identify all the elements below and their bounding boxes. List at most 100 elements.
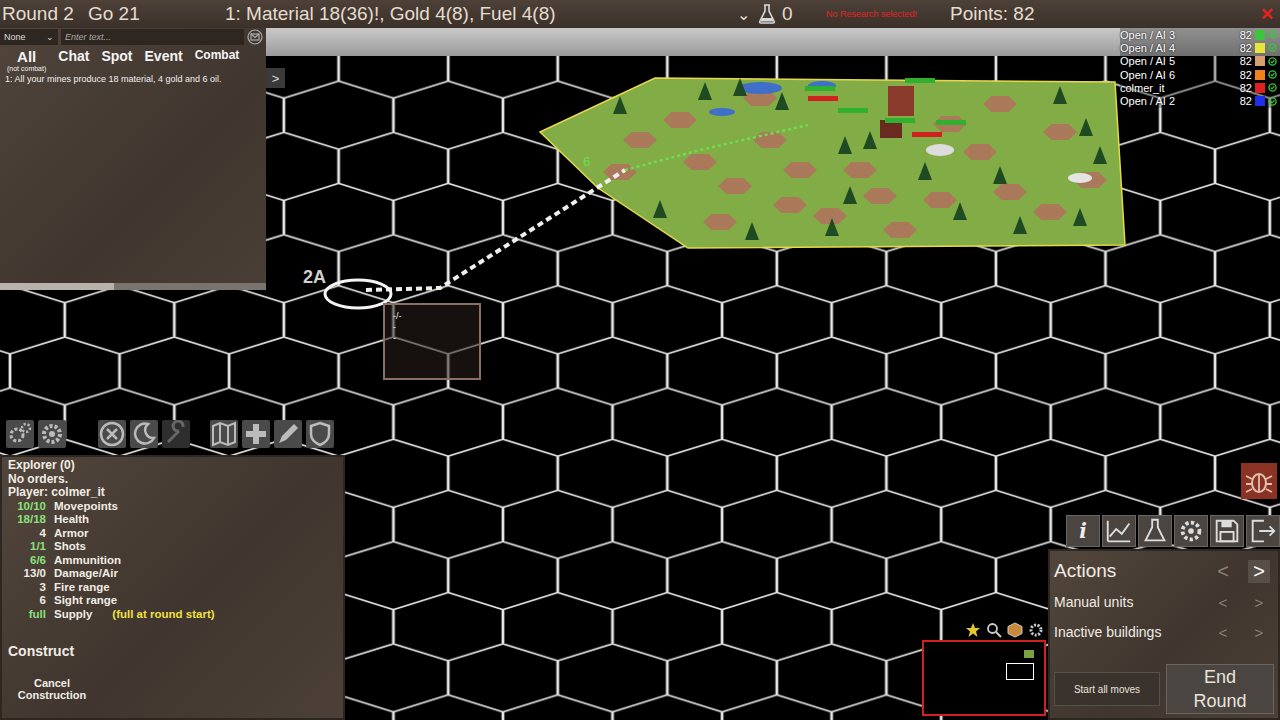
status-icon [1268,97,1277,106]
unit-player: Player: colmer_it [8,486,337,500]
settings-icon[interactable] [1174,515,1208,547]
close-button[interactable]: ✕ [1258,4,1276,25]
scroll-thumb[interactable] [0,283,114,290]
stat-row: 3Fire range [8,581,337,595]
unit-orders: No orders. [8,473,337,487]
flask-icon[interactable] [1138,515,1172,547]
actions-panel: Actions<>Manual units<>Inactive building… [1048,549,1280,720]
message-tab[interactable]: Chat [55,48,92,64]
magnifier-icon[interactable] [986,622,1002,638]
message-tab[interactable]: Combat [192,48,243,62]
message-tabs: All(not combat) Chat Spot Event Combat [0,46,266,72]
round-label: Round 2 [0,3,88,25]
star-icon[interactable] [965,622,981,638]
supply-row: fullSupply(full at round start) [8,608,337,622]
player-row[interactable]: Open / AI 482 [1120,41,1280,54]
unit-name: Explorer (0) [8,459,337,473]
end-round-button[interactable]: End Round [1166,664,1274,714]
collapse-button[interactable]: > [266,68,285,88]
tooltip-line: - [393,333,471,344]
stat-row: 1/1Shots [8,540,337,554]
pen-icon[interactable] [274,420,302,448]
message-filter-row: None ⌄ [0,28,266,46]
next-button[interactable]: > [1248,624,1270,641]
minimap[interactable] [922,640,1046,716]
action-row: Manual units<> [1054,587,1274,617]
research-warning[interactable]: No Research selected! [826,9,950,19]
minimap-toolbar [965,622,1046,638]
message-tab[interactable]: All(not combat) [4,48,49,73]
cancel-construction-button[interactable]: Cancel Construction [8,677,96,701]
gear-icon[interactable] [38,420,66,448]
gear-icon[interactable] [1028,622,1044,638]
filter-value: None [4,32,26,42]
exit-icon[interactable] [1246,515,1280,547]
player-row[interactable]: Open / AI 382 [1120,28,1280,41]
message-tab[interactable]: Spot [98,48,135,64]
unit-panel: Explorer (0)No orders.Player: colmer_it1… [0,455,345,720]
player-row[interactable]: Open / AI 682 [1120,68,1280,81]
info-button[interactable]: i [1066,515,1100,547]
unit-toolbar [0,418,345,450]
game-screen: 62A-/---Round 2Go 211: Material 18(36)!,… [0,0,1280,720]
explored-region[interactable] [540,78,1125,248]
filter-dropdown[interactable]: None ⌄ [0,29,58,45]
stat-row: 6Sight range [8,594,337,608]
research-count: 0 [782,3,826,25]
top-bar: Round 2Go 211: Material 18(36)!, Gold 4(… [0,0,1280,28]
stat-row: 10/10Movepoints [8,500,337,514]
start-all-moves-button[interactable]: Start all moves [1054,672,1160,706]
cancel-icon[interactable] [98,420,126,448]
status-icon [1268,70,1277,79]
points-label: Points: 82 [950,3,1258,25]
side-controls: iActions<>Manual units<>Inactive buildin… [1048,463,1280,720]
resources-menu-button[interactable]: ⌄ [737,5,758,24]
wrench-icon [162,420,190,448]
message-list: 1: All your mines produce 18 material, 4… [0,72,266,283]
player-row[interactable]: colmer_it82 [1120,81,1280,94]
message-panel: None ⌄ All(not combat) Chat Spot Event Combat 1… [0,28,266,290]
minimap-viewport[interactable] [1006,663,1034,680]
stat-row: 18/18Health [8,513,337,527]
prev-button[interactable]: < [1212,560,1234,583]
map-icon[interactable] [210,420,238,448]
next-button[interactable]: > [1248,594,1270,611]
unit-label[interactable]: 2A [303,267,326,287]
action-row: Actions<> [1054,555,1274,587]
next-button[interactable]: > [1248,560,1270,583]
unit-area: Explorer (0)No orders.Player: colmer_it1… [0,418,345,720]
player-color [1255,43,1265,53]
sleep-icon[interactable] [130,420,158,448]
side-icon-row: i [1048,513,1280,549]
player-row[interactable]: Open / AI 282 [1120,94,1280,107]
message: 1: All your mines produce 18 material, 4… [5,74,261,85]
tooltip-line: -/- [393,311,471,322]
chat-input[interactable] [61,29,244,45]
player-color [1255,56,1265,66]
plus-icon[interactable] [242,420,270,448]
move-path [366,170,625,290]
chart-icon[interactable] [1102,515,1136,547]
filter-arrow: ⌄ [46,32,54,42]
message-tab[interactable]: Event [142,48,186,64]
player-list: Open / AI 382Open / AI 482Open / AI 582O… [1120,28,1280,108]
gears-icon[interactable] [6,420,34,448]
flask-icon[interactable] [758,4,776,24]
cube-icon[interactable] [1007,622,1023,638]
minimap-area [922,622,1046,716]
status-icon [1268,83,1277,92]
mail-icon[interactable] [247,29,263,45]
unit-selection-ring[interactable] [325,280,391,308]
player-row[interactable]: Open / AI 582 [1120,55,1280,68]
stat-row: 6/6Ammunition [8,554,337,568]
shield-icon[interactable] [306,420,334,448]
bug-icon[interactable] [1241,463,1277,499]
prev-button[interactable]: < [1212,594,1234,611]
prev-button[interactable]: < [1212,624,1234,641]
hex-tooltip: -/--- [383,303,481,380]
stat-row: 13/0Damage/Air [8,567,337,581]
save-icon[interactable] [1210,515,1244,547]
construct-button[interactable]: Construct [8,643,337,659]
minimap-region [1024,650,1034,658]
message-scrollbar[interactable] [0,283,266,290]
